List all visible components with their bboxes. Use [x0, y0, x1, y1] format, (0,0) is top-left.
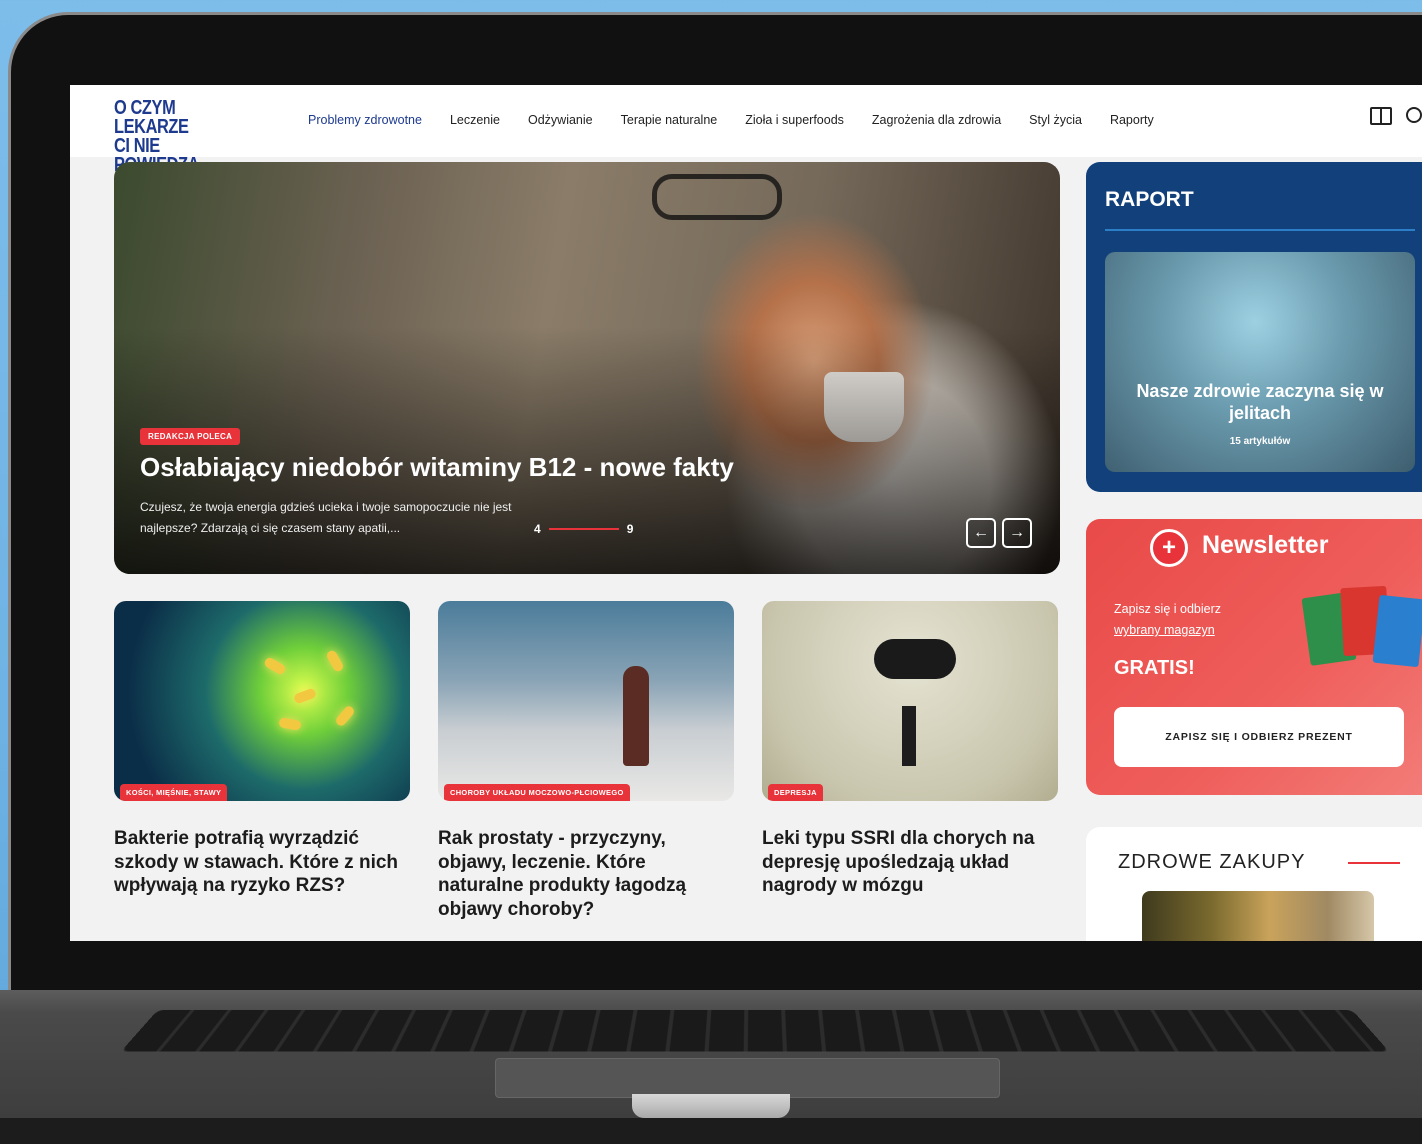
nav-item-odzywianie[interactable]: Odżywianie — [528, 113, 593, 127]
laptop-screen: O CZYM LEKARZE CI NIE POWIEDZĄ Problemy … — [70, 85, 1422, 941]
laptop-bottom-edge — [0, 1118, 1422, 1144]
shop-divider — [1348, 862, 1400, 864]
newsletter-text: Zapisz się i odbierz wybrany magazyn — [1114, 599, 1221, 641]
nav-item-terapie-naturalne[interactable]: Terapie naturalne — [621, 113, 718, 127]
card-title[interactable]: Bakterie potrafią wyrządzić szkody w sta… — [114, 827, 410, 898]
article-card[interactable]: CHOROBY UKŁADU MOCZOWO-PŁCIOWEGO Rak pro… — [438, 601, 734, 921]
cloud-shape — [874, 639, 956, 679]
magazine-covers — [1301, 581, 1422, 691]
newsletter-subscribe-button[interactable]: ZAPISZ SIĘ I ODBIERZ PREZENT — [1114, 707, 1404, 767]
card-image[interactable]: KOŚCI, MIĘŚNIE, STAWY — [114, 601, 410, 801]
shop-image[interactable] — [1142, 891, 1374, 941]
hero-description-line1: Czujesz, że twoja energia gdzieś ucieka … — [140, 500, 512, 514]
plus-icon: + — [1150, 529, 1188, 567]
hero-title[interactable]: Osłabiający niedobór witaminy B12 - nowe… — [140, 452, 734, 483]
shop-panel: ZDROWE ZAKUPY — [1086, 827, 1422, 941]
hero-badge[interactable]: REDAKCJA POLECA — [140, 428, 241, 445]
header-icons — [1370, 107, 1422, 125]
card-badge[interactable]: KOŚCI, MIĘŚNIE, STAWY — [120, 784, 228, 801]
hero-article[interactable]: REDAKCJA POLECA Osłabiający niedobór wit… — [114, 162, 1060, 574]
card-title[interactable]: Rak prostaty - przyczyny, objawy, leczen… — [438, 827, 734, 921]
raport-divider — [1105, 229, 1415, 231]
card-title[interactable]: Leki typu SSRI dla chorych na depresję u… — [762, 827, 1058, 898]
card-badge[interactable]: CHOROBY UKŁADU MOCZOWO-PŁCIOWEGO — [444, 784, 630, 801]
main-nav: Problemy zdrowotne Leczenie Odżywianie T… — [308, 113, 1182, 127]
raport-title[interactable]: Nasze zdrowie zaczyna się w jelitach — [1105, 380, 1415, 424]
newsletter-text-line: Zapisz się i odbierz — [1114, 602, 1221, 616]
search-icon[interactable] — [1406, 107, 1422, 123]
hero-arrows: ← → — [966, 518, 1032, 548]
article-card[interactable]: DEPRESJA Leki typu SSRI dla chorych na d… — [762, 601, 1058, 898]
bacteria-shape — [262, 656, 288, 676]
card-image[interactable]: DEPRESJA — [762, 601, 1058, 801]
nav-item-problemy-zdrowotne[interactable]: Problemy zdrowotne — [308, 113, 422, 127]
book-icon[interactable] — [1370, 107, 1392, 125]
article-card[interactable]: KOŚCI, MIĘŚNIE, STAWY Bakterie potrafią … — [114, 601, 410, 898]
raport-count: 15 artykułów — [1229, 436, 1291, 447]
bacteria-shape — [278, 717, 302, 731]
logo-line1: O CZYM LEKARZE — [114, 97, 189, 138]
raport-card[interactable]: Nasze zdrowie zaczyna się w jelitach 15 … — [1105, 252, 1415, 472]
arrow-right-icon[interactable]: → — [1002, 518, 1032, 548]
nav-item-zagrozenia[interactable]: Zagrożenia dla zdrowia — [872, 113, 1001, 127]
raport-panel: RAPORT Nasze zdrowie zaczyna się w jelit… — [1086, 162, 1422, 492]
pager-progress-bar — [548, 528, 619, 530]
shop-title: ZDROWE ZAKUPY — [1118, 851, 1306, 873]
site-header: O CZYM LEKARZE CI NIE POWIEDZĄ Problemy … — [70, 85, 1422, 175]
newsletter-magazine-link[interactable]: wybrany magazyn — [1114, 620, 1221, 641]
pager-current: 4 — [534, 522, 541, 536]
bacteria-shape — [325, 648, 345, 674]
laptop-trackpad — [495, 1058, 1000, 1098]
nav-item-ziola[interactable]: Zioła i superfoods — [745, 113, 844, 127]
newsletter-panel: + Newsletter Zapisz się i odbierz wybran… — [1086, 519, 1422, 795]
walking-person — [623, 666, 649, 766]
laptop-keyboard — [120, 1009, 1390, 1052]
bacteria-shape — [292, 687, 318, 705]
hero-pager: 4 9 — [534, 522, 633, 536]
card-badge[interactable]: DEPRESJA — [768, 784, 823, 801]
arrow-left-icon[interactable]: ← — [966, 518, 996, 548]
nav-item-styl-zycia[interactable]: Styl życia — [1029, 113, 1082, 127]
card-image[interactable]: CHOROBY UKŁADU MOCZOWO-PŁCIOWEGO — [438, 601, 734, 801]
nav-item-raporty[interactable]: Raporty — [1110, 113, 1154, 127]
raport-heading: RAPORT — [1105, 188, 1194, 211]
newsletter-title: Newsletter — [1202, 531, 1329, 559]
nav-item-leczenie[interactable]: Leczenie — [450, 113, 500, 127]
laptop-hinge — [632, 1094, 790, 1118]
figure-umbrella — [902, 706, 916, 766]
magazine-cover — [1372, 594, 1422, 668]
pager-total: 9 — [626, 522, 634, 536]
newsletter-gratis: GRATIS! — [1114, 657, 1195, 679]
bacteria-shape — [334, 704, 356, 728]
